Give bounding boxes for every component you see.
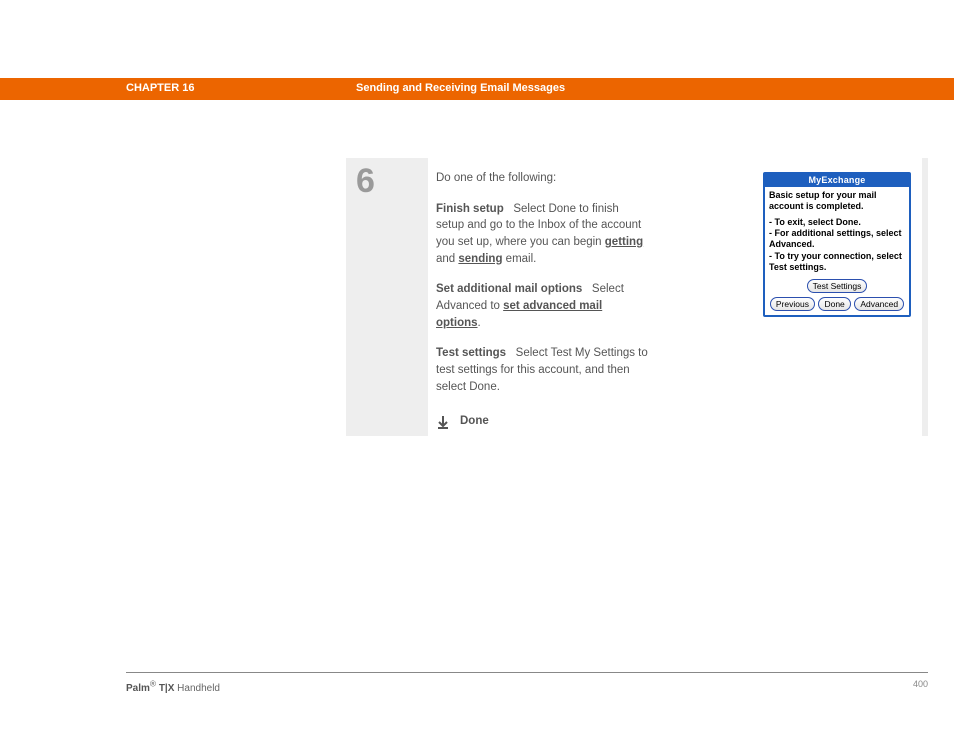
options-post: . — [478, 317, 481, 329]
options-paragraph: Set additional mail options Select Advan… — [436, 281, 650, 331]
step-container: 6 Do one of the following: Finish setup … — [346, 158, 928, 436]
instruction-text: Do one of the following: Finish setup Se… — [436, 170, 650, 430]
finish-post: email. — [502, 253, 536, 265]
finish-setup-label: Finish setup — [436, 203, 504, 215]
step-content: Do one of the following: Finish setup Se… — [428, 158, 922, 436]
previous-button[interactable]: Previous — [770, 297, 815, 311]
link-sending[interactable]: sending — [458, 253, 502, 265]
test-label: Test settings — [436, 347, 506, 359]
link-getting[interactable]: getting — [605, 236, 643, 248]
intro-line: Do one of the following: — [436, 170, 650, 187]
device-opt2: - For additional settings, select Advanc… — [769, 228, 905, 250]
chapter-header: CHAPTER 16 Sending and Receiving Email M… — [0, 78, 954, 100]
finish-setup-paragraph: Finish setup Select Done to finish setup… — [436, 201, 650, 268]
arrow-down-icon — [436, 415, 450, 429]
footer-rest: Handheld — [174, 683, 220, 694]
device-body: Basic setup for your mail account is com… — [765, 187, 909, 276]
done-indicator: Done — [436, 413, 650, 430]
chapter-label: CHAPTER 16 — [126, 82, 194, 94]
options-label: Set additional mail options — [436, 283, 582, 295]
test-settings-button[interactable]: Test Settings — [807, 279, 868, 293]
device-button-row-1: Test Settings — [765, 276, 909, 297]
footer-model: T|X — [156, 683, 174, 694]
device-opt1: - To exit, select Done. — [769, 217, 905, 228]
device-screenshot: MyExchange Basic setup for your mail acc… — [763, 172, 911, 317]
device-opt3: - To try your connection, select Test se… — [769, 251, 905, 273]
footer-brand-name: Palm — [126, 683, 150, 694]
step-number: 6 — [356, 162, 375, 201]
done-label: Done — [460, 413, 489, 430]
test-paragraph: Test settings Select Test My Settings to… — [436, 345, 650, 395]
chapter-title: Sending and Receiving Email Messages — [356, 82, 565, 94]
finish-mid: and — [436, 253, 458, 265]
page-footer: Palm® T|X Handheld 400 — [126, 672, 928, 694]
advanced-button[interactable]: Advanced — [854, 297, 904, 311]
footer-brand: Palm® T|X Handheld — [126, 683, 220, 694]
page-number: 400 — [913, 679, 928, 689]
device-title: MyExchange — [765, 174, 909, 187]
device-line1: Basic setup for your mail account is com… — [769, 190, 905, 212]
done-button[interactable]: Done — [818, 297, 850, 311]
device-button-row-2: Previous Done Advanced — [765, 297, 909, 315]
